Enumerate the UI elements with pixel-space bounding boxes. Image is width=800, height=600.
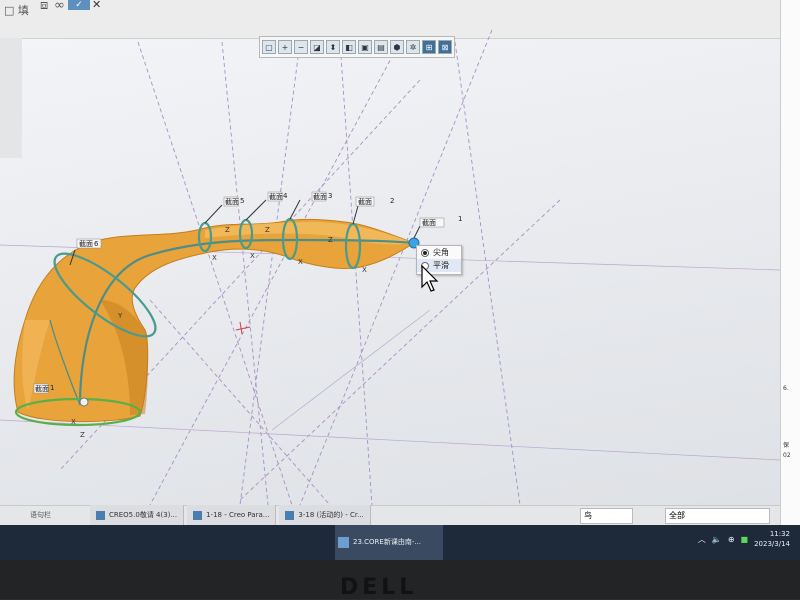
refit-icon[interactable]: ▢ — [262, 40, 276, 54]
axis-letter-x-3: X — [298, 258, 303, 266]
section-label-6-tag: 截面 — [79, 239, 93, 248]
graphics-viewport[interactable]: 截面 1 截面 2 截面 3 截面 4 截面 5 截面 6 截面 1 X X X… — [0, 0, 780, 505]
screen: □ 填 ⧈ ∞ ✓ ✕ 截面 1 截面 2 截面 3 截面 4 截面 5 截面 … — [0, 0, 800, 560]
right-edge-text: 02 — [783, 452, 791, 459]
section-label-1-tag: 截面 — [422, 218, 436, 227]
section-label-start-tag: 截面 — [35, 384, 49, 393]
clock[interactable]: 11:32 2023/3/14 — [754, 529, 790, 549]
mouse-cursor-icon — [421, 265, 439, 292]
axis-letter-x-5: X — [71, 418, 76, 426]
app-icon — [338, 537, 349, 548]
section-label-3-tag: 截面 — [313, 192, 327, 201]
selection-filter[interactable]: 全部 — [665, 508, 770, 524]
document-tab[interactable]: 1-18 - Creo Para... — [187, 505, 277, 525]
document-tab[interactable]: CREO5.0敬请 4(3)... — [90, 505, 185, 525]
annotation-display-icon[interactable]: ⊞ — [422, 40, 436, 54]
font-select[interactable]: 鸟 — [580, 508, 633, 524]
popup-option-sharp[interactable]: 尖角 — [417, 246, 461, 259]
section-label-4-num: 4 — [283, 192, 288, 200]
popup-option-label: 尖角 — [433, 248, 449, 257]
saved-orientation-icon[interactable]: ▣ — [358, 40, 372, 54]
section-label-2-num: 2 — [390, 197, 394, 205]
axis-letter-x-2: X — [250, 252, 255, 260]
start-point[interactable] — [79, 397, 89, 407]
section-label-4-tag: 截面 — [269, 192, 283, 201]
document-icon — [96, 510, 105, 520]
view-manager-icon[interactable]: ▤ — [374, 40, 388, 54]
section-label-3-num: 3 — [328, 192, 332, 200]
network-icon[interactable]: ⊕ — [728, 535, 735, 544]
volume-icon[interactable]: 🔈 — [712, 535, 722, 544]
axis-letter-x-4: X — [362, 266, 367, 274]
datum-display-icon[interactable]: ⬢ — [390, 40, 404, 54]
section-label-1-num: 1 — [458, 215, 462, 223]
windows-taskbar: 23.CORE新课由南-... ︿ 🔈 ⊕ ■ 11:32 2023/3/14 — [0, 525, 800, 560]
document-tab[interactable]: 3-18 (活动的) - Cr... — [279, 505, 371, 525]
section-label-2-tag: 截面 — [358, 197, 372, 206]
brand-logo: DELL — [340, 575, 418, 600]
section-label-start-num: 1 — [50, 384, 54, 392]
display-style-icon[interactable]: ◧ — [342, 40, 356, 54]
taskbar-app-label: 23.CORE新课由南-... — [353, 538, 422, 546]
section-label-5-num: 5 — [240, 197, 244, 205]
axis-letter-y-1: Y — [117, 312, 123, 320]
chevron-up-icon[interactable]: ︿ — [698, 534, 706, 545]
clock-time: 11:32 — [769, 530, 790, 538]
perspective-icon[interactable]: ⬍ — [326, 40, 340, 54]
document-tabs: CREO5.0敬请 4(3)... 1-18 - Creo Para... 3-… — [90, 505, 371, 525]
axis-letter-x-1: X — [212, 254, 217, 262]
right-edge-text: 6. — [783, 385, 789, 392]
axis-letter-z-4: Z — [80, 431, 85, 439]
spin-center-icon[interactable]: ✲ — [406, 40, 420, 54]
document-tab-label: 1-18 - Creo Para... — [206, 511, 270, 519]
message-area: 语句栏 — [30, 511, 51, 519]
section-label-6-num: 6 — [94, 240, 99, 248]
clock-date: 2023/3/14 — [754, 540, 790, 548]
view-toolbar: ▢ + − ◪ ⬍ ◧ ▣ ▤ ⬢ ✲ ⊞ ⊠ — [259, 36, 455, 58]
system-tray: ︿ 🔈 ⊕ ■ 11:32 2023/3/14 — [698, 529, 790, 549]
right-edge-text: 保 — [783, 442, 790, 449]
zoom-out-icon[interactable]: − — [294, 40, 308, 54]
document-tab-label: 3-18 (活动的) - Cr... — [298, 511, 364, 519]
axis-letter-z-2: Z — [265, 226, 270, 234]
section-label-5-tag: 截面 — [225, 197, 239, 206]
repaint-icon[interactable]: ◪ — [310, 40, 324, 54]
active-toggle-icon[interactable]: ⊠ — [438, 40, 452, 54]
zoom-in-icon[interactable]: + — [278, 40, 292, 54]
creo-icon — [193, 510, 203, 520]
taskbar-app[interactable]: 23.CORE新课由南-... — [335, 525, 443, 560]
radio-selected-icon[interactable] — [421, 248, 429, 257]
right-window-edge: 6. 保 02 — [780, 0, 800, 545]
axis-letter-z-3: Z — [328, 236, 333, 244]
wechat-icon[interactable]: ■ — [741, 535, 749, 544]
document-tab-label: CREO5.0敬请 4(3)... — [109, 511, 178, 519]
creo-icon — [285, 510, 295, 520]
axis-letter-z-1: Z — [225, 226, 230, 234]
